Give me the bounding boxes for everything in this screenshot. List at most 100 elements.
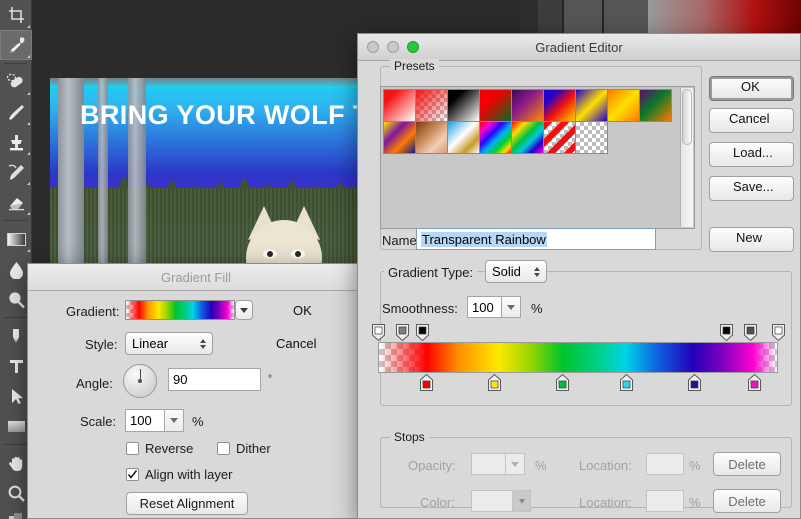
gradient-editor-save-button[interactable]: [709, 176, 794, 201]
sidebar-item-gradient-tool[interactable]: [0, 224, 32, 254]
stepper-arrows-icon: [200, 339, 206, 349]
preset-swatch-transparent-stripes[interactable]: [543, 121, 576, 154]
gradient-editor-cancel-button[interactable]: [709, 108, 794, 133]
presets-swatch-grid[interactable]: [383, 89, 683, 153]
angle-input[interactable]: 90: [168, 368, 261, 391]
tool-divider: [4, 63, 27, 64]
preset-swatch-violet-green-orange[interactable]: [639, 89, 672, 122]
opacity-stops[interactable]: [378, 322, 778, 342]
chevron-down-icon: [519, 499, 525, 504]
tool-corner-indicator: [27, 25, 30, 28]
scale-value: 100: [130, 413, 152, 428]
tool-corner-indicator: [27, 92, 30, 95]
gradient-editor-new-button[interactable]: [709, 227, 794, 252]
gradient-bar[interactable]: [378, 342, 778, 373]
preset-swatch-blue-yellow-blue[interactable]: [575, 89, 608, 122]
preset-swatch-black-white[interactable]: [447, 89, 480, 122]
reverse-checkbox-row[interactable]: Reverse: [126, 441, 193, 456]
opacity-stop[interactable]: [416, 324, 429, 341]
preset-swatch-transparent-rainbow[interactable]: [511, 121, 544, 154]
reverse-label: Reverse: [145, 441, 193, 456]
angle-value: 90: [173, 372, 187, 387]
preset-swatch-orange-yellow-orange[interactable]: [607, 89, 640, 122]
preset-swatch-foreground-to-transparent[interactable]: [415, 89, 448, 122]
panel-strip-6: [604, 0, 648, 33]
sidebar-item-crop-tool[interactable]: [0, 0, 32, 30]
gradient-editor-titlebar[interactable]: Gradient Editor: [358, 34, 800, 61]
smoothness-stepper[interactable]: [502, 296, 521, 318]
gradient-type-value: Solid: [492, 264, 521, 279]
opacity-stop[interactable]: [744, 324, 757, 341]
sidebar-item-brush-tool[interactable]: [0, 97, 32, 127]
sidebar-item-history-brush-tool[interactable]: [0, 157, 32, 187]
reverse-checkbox[interactable]: [126, 442, 139, 455]
color-stop[interactable]: [556, 374, 569, 391]
dither-checkbox-row[interactable]: Dither: [217, 441, 271, 456]
dither-label: Dither: [236, 441, 271, 456]
opacity-location-input: [646, 453, 684, 475]
preset-swatch-spectrum[interactable]: [479, 121, 512, 154]
align-with-layer-checkbox[interactable]: [126, 468, 139, 481]
stops-group-label: Stops: [390, 430, 429, 444]
checkmark-icon: [127, 469, 138, 480]
sidebar-item-healing-brush-tool[interactable]: [0, 67, 32, 97]
color-stop[interactable]: [420, 374, 433, 391]
gradient-preview[interactable]: [125, 300, 235, 320]
smoothness-input[interactable]: 100: [467, 296, 502, 318]
stepper-down-icon: [507, 305, 515, 310]
preset-swatch-chrome[interactable]: [447, 121, 480, 154]
presets-scrollbar[interactable]: [680, 88, 693, 227]
sidebar-item-clone-stamp-tool[interactable]: [0, 127, 32, 157]
preset-swatch-red-green[interactable]: [479, 89, 512, 122]
color-stop[interactable]: [748, 374, 761, 391]
stepper-down-icon: [170, 418, 178, 423]
preset-swatch-yellow-violet-orange-blue[interactable]: [383, 121, 416, 154]
name-input[interactable]: Transparent Rainbow: [416, 228, 656, 250]
opacity-label: Opacity:: [408, 458, 456, 473]
presets-panel[interactable]: [380, 86, 695, 229]
preset-swatch-violet-orange[interactable]: [511, 89, 544, 122]
presets-scrollbar-thumb[interactable]: [682, 89, 692, 145]
opacity-stop[interactable]: [372, 324, 385, 341]
gradient-fill-titlebar[interactable]: Gradient Fill: [28, 264, 364, 291]
opacity-stop[interactable]: [772, 324, 785, 341]
angle-label: Angle:: [76, 376, 113, 391]
delete-color-stop-button[interactable]: Delete: [713, 489, 781, 513]
align-with-layer-checkbox-row[interactable]: Align with layer: [126, 467, 232, 482]
scale-label: Scale:: [80, 414, 116, 429]
color-stop[interactable]: [488, 374, 501, 391]
opacity-stop[interactable]: [396, 324, 409, 341]
dither-checkbox[interactable]: [217, 442, 230, 455]
color-location-percent: %: [689, 495, 701, 510]
color-stops[interactable]: [378, 373, 778, 395]
scale-input[interactable]: 100: [125, 409, 165, 432]
gradient-type-label: Gradient Type:: [384, 265, 477, 280]
sidebar-item-eraser-tool[interactable]: [0, 187, 32, 217]
panel-strip-1: [520, 0, 538, 33]
angle-hub: [138, 379, 142, 383]
reset-alignment-button[interactable]: Reset Alignment: [126, 492, 248, 515]
style-select[interactable]: Linear: [125, 332, 213, 355]
gradient-editor-load-button[interactable]: [709, 142, 794, 167]
gradient-fill-dialog[interactable]: Gradient Fill Gradient: Style: Linear An…: [27, 263, 365, 519]
preset-swatch-blue-red-yellow[interactable]: [543, 89, 576, 122]
align-with-layer-label: Align with layer: [145, 467, 232, 482]
sidebar-item-eyedropper-tool[interactable]: [0, 30, 32, 60]
gradient-picker-dropdown[interactable]: [235, 300, 253, 320]
artwork-headline: BRING YOUR WOLF TO: [80, 100, 391, 131]
gradient-type-select[interactable]: Solid: [485, 260, 547, 283]
tool-corner-indicator: [27, 55, 30, 58]
scale-stepper[interactable]: [165, 409, 184, 432]
gradient-editor-dialog[interactable]: Gradient Editor Presets Name: Transparen…: [357, 33, 801, 519]
gradient-editor-ok-button[interactable]: [709, 76, 794, 101]
preset-swatch-foreground-to-background[interactable]: [383, 89, 416, 122]
delete-opacity-stop-button[interactable]: Delete: [713, 452, 781, 476]
opacity-stop[interactable]: [720, 324, 733, 341]
tool-corner-indicator: [27, 182, 30, 185]
angle-dial[interactable]: [123, 364, 157, 398]
preset-swatch-copper[interactable]: [415, 121, 448, 154]
color-location-input: [646, 490, 684, 512]
color-stop[interactable]: [688, 374, 701, 391]
color-stop[interactable]: [620, 374, 633, 391]
preset-swatch-neutral-density[interactable]: [575, 121, 608, 154]
